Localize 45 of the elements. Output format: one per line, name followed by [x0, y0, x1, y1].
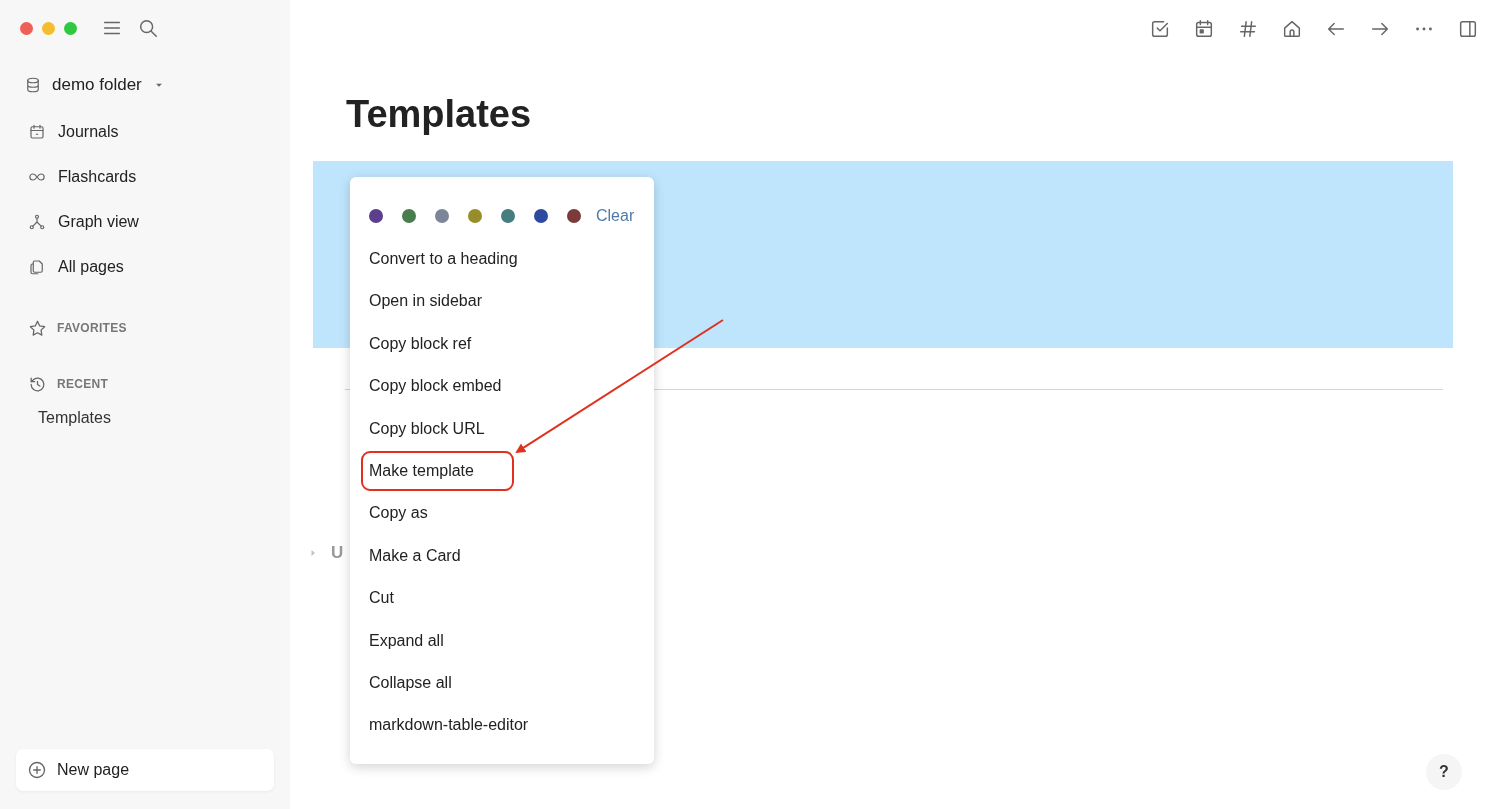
- heading-text: U: [331, 543, 344, 563]
- color-swatch[interactable]: [402, 209, 416, 223]
- sidebar-item[interactable]: All pages: [16, 244, 274, 289]
- help-button[interactable]: ?: [1426, 754, 1462, 790]
- star-icon: [28, 318, 47, 338]
- menu-item[interactable]: markdown-table-editor: [360, 704, 644, 747]
- menu-item[interactable]: Make a Card: [360, 534, 644, 578]
- clear-link[interactable]: Clear: [596, 207, 635, 225]
- menu-item[interactable]: Cut: [360, 577, 644, 620]
- menu-item[interactable]: Make template: [360, 449, 515, 493]
- window-control-button[interactable]: [20, 21, 33, 35]
- workspace-name[interactable]: demo folder: [52, 75, 142, 95]
- sidebar-toggle-icon[interactable]: [1457, 18, 1479, 40]
- recent-page-link[interactable]: Templates: [16, 405, 274, 431]
- menu-item[interactable]: Open in sidebar: [360, 280, 644, 323]
- menu-item[interactable]: Convert to a heading: [360, 238, 644, 281]
- color-swatch[interactable]: [468, 209, 482, 223]
- color-swatch[interactable]: [567, 209, 581, 223]
- graph-icon: [28, 212, 46, 231]
- color-swatch[interactable]: [501, 209, 515, 223]
- pages-icon: [28, 257, 46, 276]
- menu-item[interactable]: Expand all: [360, 619, 644, 662]
- sidebar-item[interactable]: Journals: [16, 109, 274, 154]
- database-icon: [24, 76, 42, 94]
- section-heading: RECENT: [57, 377, 109, 391]
- sidebar-item[interactable]: Flashcards: [16, 154, 274, 199]
- menu-item[interactable]: Copy block URL: [360, 407, 644, 450]
- checkbox-icon[interactable]: [1149, 18, 1171, 40]
- menu-item[interactable]: Copy block ref: [360, 322, 644, 366]
- menu-item[interactable]: Copy block embed: [360, 365, 644, 408]
- page-title: Templates: [346, 92, 533, 137]
- menu-item[interactable]: Collapse all: [360, 661, 644, 705]
- menu-item[interactable]: Copy as: [360, 492, 644, 535]
- calendar-icon: [28, 122, 46, 141]
- new-page-button[interactable]: New page: [16, 749, 274, 791]
- sidebar-item[interactable]: Graph view: [16, 199, 274, 244]
- hashtag-icon[interactable]: [1237, 18, 1259, 40]
- color-swatch[interactable]: [534, 209, 548, 223]
- search-icon[interactable]: [137, 17, 159, 39]
- home-icon[interactable]: [1281, 18, 1303, 40]
- section-heading: FAVORITES: [57, 321, 127, 335]
- plus-circle-icon: [27, 760, 47, 780]
- calendar-icon[interactable]: [1193, 18, 1215, 40]
- color-swatch[interactable]: [369, 209, 383, 223]
- color-swatch[interactable]: [435, 209, 449, 223]
